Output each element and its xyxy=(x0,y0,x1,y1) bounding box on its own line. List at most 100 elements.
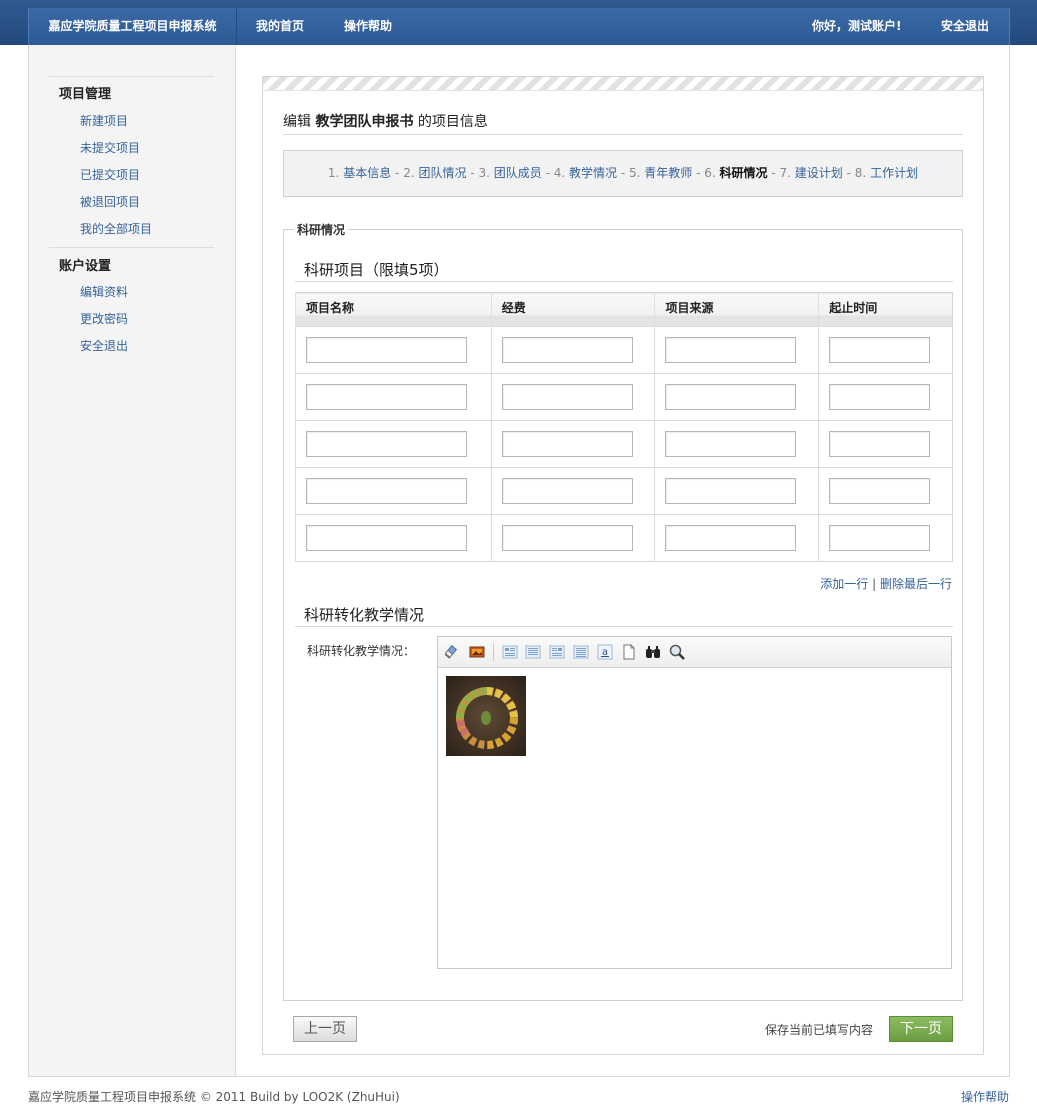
sidebar-item-new-project[interactable]: 新建项目 xyxy=(80,112,128,129)
project-name-input[interactable] xyxy=(306,384,467,410)
step-link-4[interactable]: 教学情况 xyxy=(569,166,617,180)
table-cell xyxy=(818,467,953,515)
table-cell xyxy=(490,326,655,374)
page-title-prefix: 编辑 xyxy=(283,114,311,130)
project-name-input[interactable] xyxy=(306,431,467,457)
editor-toolbar: a xyxy=(438,637,951,668)
project-source-input[interactable] xyxy=(665,478,797,504)
project-name-input[interactable] xyxy=(306,337,467,363)
step-navigation: 1. 基本信息 - 2. 团队情况 - 3. 团队成员 - 4. 教学情况 - … xyxy=(283,150,963,197)
delete-last-row-link[interactable]: 删除最后一行 xyxy=(880,577,952,591)
step-link-1[interactable]: 基本信息 xyxy=(343,166,391,180)
special-char-icon[interactable]: a xyxy=(597,644,613,660)
logout-link[interactable]: 安全退出 xyxy=(941,8,989,45)
eraser-icon[interactable] xyxy=(445,644,461,660)
row-actions: 添加一行 | 删除最后一行 xyxy=(820,575,952,592)
add-row-link[interactable]: 添加一行 xyxy=(820,577,868,591)
sidebar-item-change-password[interactable]: 更改密码 xyxy=(80,310,128,327)
table-cell xyxy=(818,326,953,374)
step-link-5[interactable]: 青年教师 xyxy=(644,166,692,180)
table-cell xyxy=(295,373,492,421)
table-body xyxy=(295,326,953,562)
divider xyxy=(295,281,953,282)
next-page-button[interactable]: 下一页 xyxy=(889,1016,953,1042)
sidebar-item-logout[interactable]: 安全退出 xyxy=(80,337,128,354)
project-funding-input[interactable] xyxy=(501,525,633,551)
table-cell xyxy=(818,420,953,468)
step-link-6: 科研情况 xyxy=(719,166,768,180)
table-header-row: 项目名称 经费 项目来源 起止时间 xyxy=(295,292,953,327)
project-source-input[interactable] xyxy=(665,384,797,410)
project-period-input[interactable] xyxy=(829,431,931,457)
editor-embedded-image[interactable] xyxy=(446,676,526,756)
step-separator: - xyxy=(767,166,780,180)
sidebar-divider xyxy=(49,247,214,248)
project-source-input[interactable] xyxy=(665,337,797,363)
sidebar-item-unsubmitted[interactable]: 未提交项目 xyxy=(80,139,140,156)
research-projects-title: 科研项目（限填5项） xyxy=(304,261,449,279)
project-funding-input[interactable] xyxy=(501,384,633,410)
divider xyxy=(295,626,953,627)
step-link-2[interactable]: 团队情况 xyxy=(418,166,466,180)
table-cell xyxy=(654,514,819,562)
sidebar-item-returned[interactable]: 被退回项目 xyxy=(80,193,140,210)
step-separator: - xyxy=(541,166,554,180)
table-row xyxy=(295,326,953,374)
new-page-icon[interactable] xyxy=(621,644,637,660)
save-draft-link[interactable]: 保存当前已填写内容 xyxy=(765,1021,873,1038)
table-cell xyxy=(490,373,655,421)
toolbar-separator xyxy=(493,643,494,661)
table-cell xyxy=(654,326,819,374)
step-number: 7. xyxy=(779,166,791,180)
table-cell xyxy=(818,373,953,421)
project-funding-input[interactable] xyxy=(501,478,633,504)
project-name-input[interactable] xyxy=(306,525,467,551)
table-cell xyxy=(654,373,819,421)
sidebar-item-submitted[interactable]: 已提交项目 xyxy=(80,166,140,183)
project-funding-input[interactable] xyxy=(501,337,633,363)
step-link-8[interactable]: 工作计划 xyxy=(870,166,918,180)
previous-page-button[interactable]: 上一页 xyxy=(293,1016,357,1042)
transfer-teaching-title: 科研转化教学情况 xyxy=(304,606,425,624)
step-number: 3. xyxy=(478,166,490,180)
project-period-input[interactable] xyxy=(829,525,931,551)
step-separator: - xyxy=(617,166,629,180)
sidebar-item-edit-profile[interactable]: 编辑资料 xyxy=(80,283,128,300)
footer-help-link[interactable]: 操作帮助 xyxy=(961,1088,1009,1105)
align-left-icon[interactable] xyxy=(502,644,518,660)
step-number: 1. xyxy=(327,166,340,180)
align-justify-icon[interactable] xyxy=(573,644,589,660)
column-header-period: 起止时间 xyxy=(818,292,953,327)
table-cell xyxy=(490,420,655,468)
table-cell xyxy=(295,326,492,374)
column-header-name: 项目名称 xyxy=(295,292,492,327)
app-brand[interactable]: 嘉应学院质量工程项目申报系统 xyxy=(29,8,237,45)
preview-icon[interactable] xyxy=(669,644,685,660)
step-link-7[interactable]: 建设计划 xyxy=(795,166,843,180)
project-source-input[interactable] xyxy=(665,431,797,457)
align-right-icon[interactable] xyxy=(549,644,565,660)
page-title: 编辑 教学团队申报书 的项目信息 xyxy=(283,111,488,131)
decorative-stripe xyxy=(263,77,983,91)
table-cell xyxy=(295,467,492,515)
project-name-input[interactable] xyxy=(306,478,467,504)
project-period-input[interactable] xyxy=(829,478,931,504)
column-header-source: 项目来源 xyxy=(654,292,819,327)
project-source-input[interactable] xyxy=(665,525,797,551)
align-center-icon[interactable] xyxy=(525,644,541,660)
editor-label: 科研转化教学情况： xyxy=(307,644,416,658)
table-row xyxy=(295,467,953,515)
project-period-input[interactable] xyxy=(829,337,931,363)
nav-help[interactable]: 操作帮助 xyxy=(344,8,392,45)
find-icon[interactable] xyxy=(645,644,661,660)
table-row xyxy=(295,514,953,562)
nav-home[interactable]: 我的首页 xyxy=(256,8,304,45)
step-number: 2. xyxy=(403,166,415,180)
sidebar-item-all-projects[interactable]: 我的全部项目 xyxy=(80,220,152,237)
rich-text-editor[interactable]: a xyxy=(437,636,952,969)
step-link-3[interactable]: 团队成员 xyxy=(494,166,542,180)
project-period-input[interactable] xyxy=(829,384,931,410)
image-icon[interactable] xyxy=(469,644,485,660)
top-bar: 嘉应学院质量工程项目申报系统 我的首页 操作帮助 你好，测试账户! 安全退出 xyxy=(0,0,1037,45)
project-funding-input[interactable] xyxy=(501,431,633,457)
